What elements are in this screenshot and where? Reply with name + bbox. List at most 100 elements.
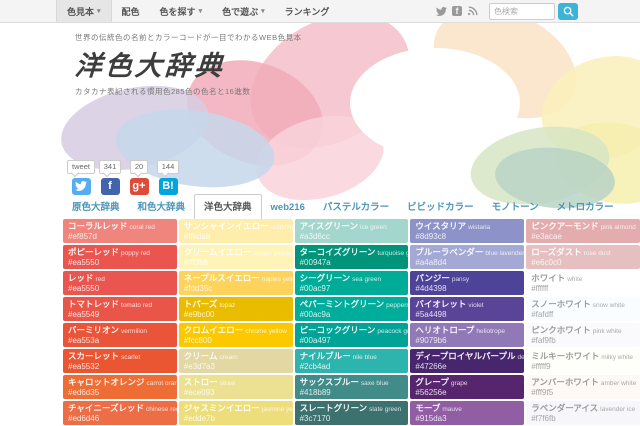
color-swatch[interactable]: サックスブルー saxe blue #418b89	[294, 375, 409, 399]
color-hex-code: #a4a8d4	[415, 258, 447, 268]
color-swatch[interactable]: レッド red #ea5550	[63, 271, 177, 295]
color-name-en: milky white	[601, 354, 633, 361]
color-swatch[interactable]: ディープロイヤルパープルdeep royal purple #47266e	[410, 349, 525, 373]
topbar-right: f	[436, 2, 578, 20]
color-swatch[interactable]: ミルキーホワイト milky white #fffff9	[526, 349, 640, 373]
twitter-bird-icon	[75, 181, 87, 192]
color-swatch[interactable]: チャイニーズレッド chinese red #ed6d46	[63, 401, 177, 425]
color-swatch[interactable]: スレートグリーン slate green #3c7170	[294, 401, 409, 425]
color-swatch[interactable]: パンジー pansy #4d4398	[410, 271, 525, 295]
color-swatch[interactable]: シーグリーン sea green #00ac97	[294, 271, 409, 295]
color-name-ja: クロムイエロー	[183, 325, 244, 335]
nav-item[interactable]: 色で遊ぶ ▾	[212, 0, 275, 22]
color-swatch[interactable]: ペパーミントグリーンpeppermint green #00ac9a	[294, 297, 409, 321]
color-swatch[interactable]: クリーム cream #e3d7a3	[178, 349, 293, 373]
color-swatch[interactable]: アイスグリーン ice green #a3d6cc	[294, 219, 409, 243]
color-name-ja: スカーレット	[68, 351, 120, 361]
color-swatch[interactable]: グレープ grape #56256e	[410, 375, 525, 399]
color-hex-code: #3c7170	[299, 414, 331, 424]
color-swatch[interactable]: ホワイト white #ffffff	[526, 271, 640, 295]
color-swatch[interactable]: バーミリオン vermilion #ea553a	[63, 323, 177, 347]
googleplus-share-button[interactable]: 20 g+	[128, 160, 150, 198]
color-name-ja: サンシャインイエロー	[183, 221, 269, 231]
hatena-share-button[interactable]: 144 B!	[156, 160, 180, 198]
color-name-en: sunshine yellow	[270, 224, 293, 231]
color-hex-code: #5a4498	[415, 310, 447, 320]
color-swatch[interactable]: サンシャインイエローsunshine yellow #ffedab	[178, 219, 293, 243]
color-swatch[interactable]: ウイスタリア wistaria #8d93c8	[410, 219, 525, 243]
color-name-en: sea green	[352, 276, 382, 283]
color-swatch[interactable]: アンバーホワイト amber white #fff9f5	[526, 375, 640, 399]
color-swatch[interactable]: トマトレッド tomato red #ea5549	[63, 297, 177, 321]
facebook-share-button[interactable]: 341 f	[98, 160, 122, 198]
search-input[interactable]	[489, 2, 555, 20]
site-logo[interactable]: 洋色大辞典	[74, 44, 227, 83]
color-swatch[interactable]: コーラルレッド coral red #ef857d	[63, 219, 177, 243]
color-swatch[interactable]: ピンクホワイト pink white #faf9fb	[526, 323, 640, 347]
color-swatch[interactable]: クロムイエロー chrome yellow #fcc800	[178, 323, 293, 347]
twitter-icon[interactable]	[436, 6, 447, 17]
color-swatch[interactable]: ナイルブルー nile blue #2cb4ad	[294, 349, 409, 373]
dictionary-tab[interactable]: 洋色大辞典	[194, 194, 262, 219]
dictionary-tab[interactable]: 和色大辞典	[129, 195, 195, 219]
color-swatch[interactable]: クリームイエロー cream yellow #fff3b8	[178, 245, 293, 269]
color-name-en: wistaria	[468, 224, 491, 231]
color-name-ja: バーミリオン	[68, 325, 120, 335]
color-swatch[interactable]: モーブ mauve #915da3	[410, 401, 525, 425]
color-name-ja: ブルーラベンダー	[415, 247, 484, 257]
color-swatch[interactable]: ラベンダーアイス lavender ice #f7f6fb	[526, 401, 640, 425]
dictionary-tabs: 原色大辞典 和色大辞典 洋色大辞典 web216 パステルカラー ビビッドカラー…	[63, 194, 640, 219]
color-swatch[interactable]: ネープルスイエローnaples yellow #fdd35c	[178, 271, 293, 295]
color-name-en: pink white	[592, 328, 622, 335]
color-hex-code: #fff9f5	[531, 388, 554, 398]
nav-item[interactable]: 色を探す ▾	[150, 0, 213, 22]
share-count-bubble: 341	[98, 160, 122, 174]
color-hex-code: #e9bc00	[183, 310, 215, 320]
color-hex-code: #fafdff	[531, 310, 554, 320]
dictionary-tab[interactable]: メトロカラー	[548, 195, 623, 219]
color-swatch[interactable]: ジャスミンイエローjasmine yellow #edde7b	[178, 401, 293, 425]
color-name-en: peppermint green	[386, 302, 408, 309]
color-hex-code: #00a497	[299, 336, 331, 346]
color-swatch[interactable]: ポピーレッド poppy red #ea5550	[63, 245, 177, 269]
color-swatch[interactable]: ストロー straw #ece093	[178, 375, 293, 399]
color-hex-code: #00ac97	[299, 284, 331, 294]
dictionary-tab[interactable]: パステルカラー	[314, 195, 398, 219]
dictionary-tab[interactable]: 原色大辞典	[63, 195, 129, 219]
color-swatch[interactable]: ブルーラベンダー blue lavender #a4a8d4	[410, 245, 525, 269]
nav-item-label: 配色	[121, 6, 140, 17]
tweet-share-button[interactable]: tweet	[67, 160, 95, 198]
color-name-en: mauve	[442, 406, 462, 413]
color-name-ja: ホワイト	[531, 273, 566, 283]
facebook-icon[interactable]: f	[452, 6, 462, 16]
nav-item[interactable]: 色見本 ▾	[56, 0, 112, 22]
tab-label: モノトーン	[491, 202, 539, 213]
color-name-en: lavender ice	[600, 406, 636, 413]
color-swatch[interactable]: スノーホワイト snow white #fafdff	[526, 297, 640, 321]
dictionary-tab[interactable]: モノトーン	[483, 195, 548, 219]
color-swatch[interactable]: ターコイズグリーンturquoise green #00947a	[294, 245, 409, 269]
color-name-en: peacock green	[377, 328, 409, 335]
color-swatch[interactable]: スカーレット scarlet #ea5532	[63, 349, 177, 373]
rss-icon[interactable]	[467, 5, 478, 17]
nav-item[interactable]: ランキング	[275, 0, 340, 22]
color-name-ja: ピーコックグリーン	[299, 325, 376, 335]
nav-item[interactable]: 配色	[112, 0, 150, 22]
color-swatch[interactable]: トパーズ topaz #e9bc00	[178, 297, 293, 321]
share-count-bubble: 20	[129, 160, 149, 174]
color-swatch[interactable]: ピンクアーモンド pink almond #e3acae	[526, 219, 640, 243]
dictionary-tab[interactable]: web216	[262, 198, 314, 219]
color-swatch[interactable]: ピーコックグリーンpeacock green #00a497	[294, 323, 409, 347]
color-swatch[interactable]: キャロットオレンジcarrot orange #ed6d35	[63, 375, 177, 399]
color-hex-code: #ea5532	[68, 362, 100, 372]
color-name-en: topaz	[219, 302, 236, 309]
color-swatch[interactable]: ローズダスト rose dust #e6c0c0	[526, 245, 640, 269]
tab-label: 和色大辞典	[137, 202, 186, 213]
color-name-en: violet	[468, 302, 484, 309]
color-hex-code: #47266e	[415, 362, 447, 372]
dictionary-tab[interactable]: ビビッドカラー	[398, 195, 483, 219]
color-swatch[interactable]: バイオレット violet #5a4498	[410, 297, 525, 321]
share-count-bubble: 144	[156, 160, 180, 174]
search-button[interactable]	[558, 2, 578, 20]
color-swatch[interactable]: ヘリオトロープ heliotrope #9079b6	[410, 323, 525, 347]
